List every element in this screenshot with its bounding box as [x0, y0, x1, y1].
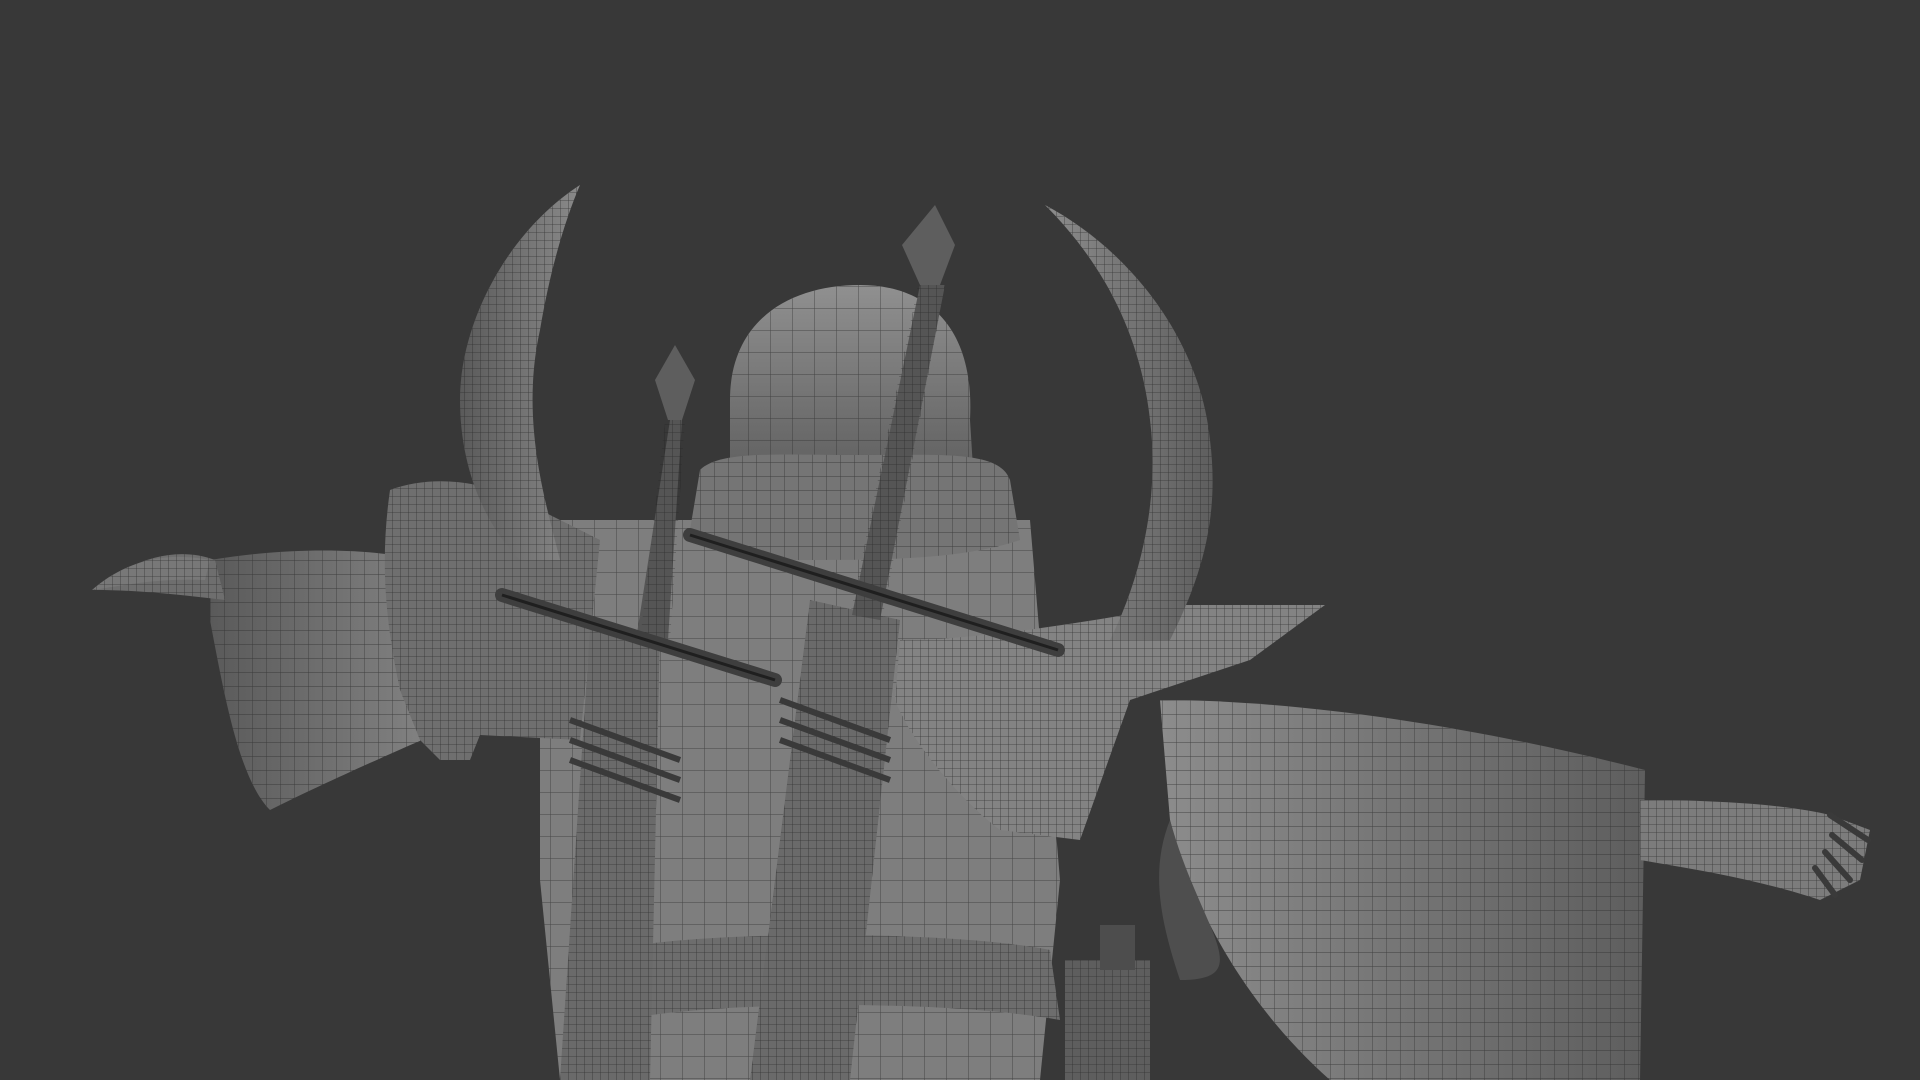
3d-viewport[interactable]: [0, 0, 1920, 1080]
right-hand[interactable]: [1640, 800, 1871, 900]
model-render[interactable]: [0, 0, 1920, 1080]
pouch[interactable]: [1065, 925, 1150, 1080]
right-horn[interactable]: [1045, 205, 1213, 640]
right-sleeve[interactable]: [1159, 700, 1645, 1080]
